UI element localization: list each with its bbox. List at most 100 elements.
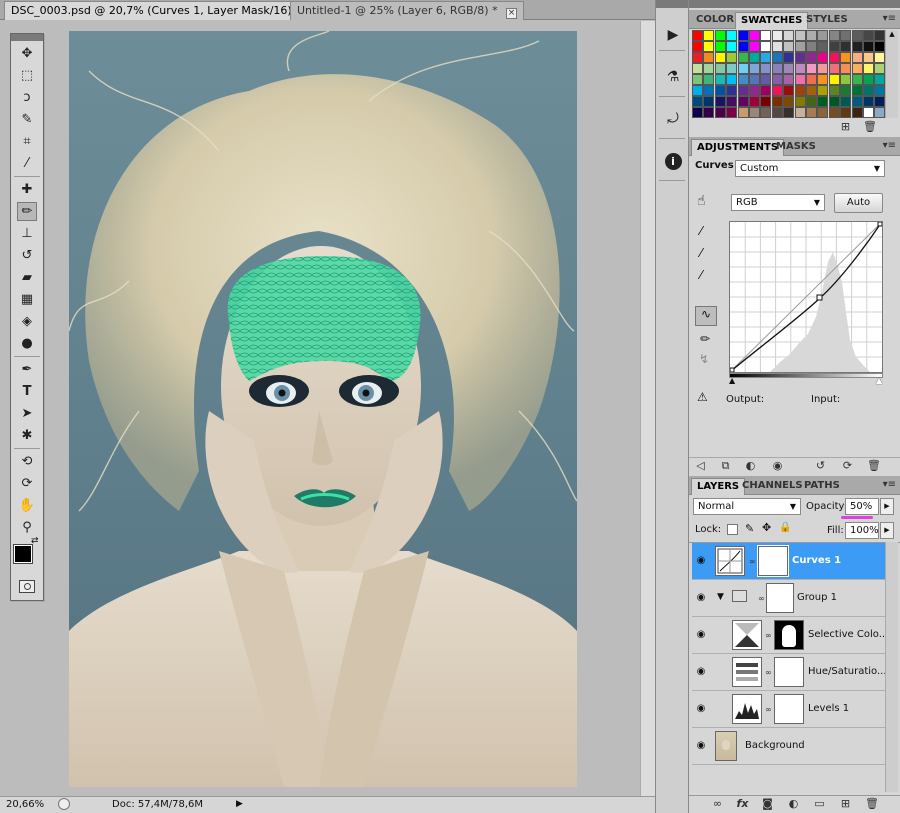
delete-swatch-icon[interactable]: 🗑 [863,120,877,133]
panel-menu-icon[interactable]: ▾≡ [883,13,896,24]
color-swatch[interactable] [863,96,874,107]
new-layer-icon[interactable]: ⊞ [839,797,852,810]
color-swatch[interactable] [817,30,829,41]
lock-pixels-icon[interactable]: ✎ [745,522,754,535]
color-swatch[interactable] [874,85,886,96]
color-swatch[interactable] [783,96,795,107]
back-arrow-icon[interactable]: ◁ [694,459,707,472]
status-menu-arrow-icon[interactable]: ▶ [236,799,243,809]
color-swatch[interactable] [737,96,749,107]
close-icon[interactable]: × [506,8,518,19]
black-point-eyedropper-icon[interactable]: ⁄ [700,224,702,238]
color-swatch[interactable] [737,63,749,74]
gradient-tool-icon[interactable]: ▦ [17,290,37,309]
quick-selection-tool-icon[interactable]: ✎ [17,110,37,129]
expand-view-icon[interactable]: ⧉ [719,459,732,472]
panel-menu-icon[interactable]: ▾≡ [883,479,896,490]
marquee-tool-icon[interactable]: ⬚ [17,66,37,85]
color-swatch[interactable] [714,96,726,107]
clone-stamp-tool-icon[interactable]: ⊥ [17,224,37,243]
link-chain-icon[interactable]: ∞ [765,705,772,714]
visibility-eye-icon[interactable]: ◉ [694,555,708,567]
color-swatch[interactable] [760,74,772,85]
color-swatch[interactable] [771,41,783,52]
color-swatch[interactable] [828,41,840,52]
opacity-slider-arrow-icon[interactable]: ▶ [880,498,894,515]
group-expand-triangle-icon[interactable]: ▼ [717,592,724,602]
color-swatch[interactable] [794,85,806,96]
brush-tool-icon[interactable]: ✏ [17,202,37,221]
color-swatch[interactable] [714,30,726,41]
color-swatch[interactable] [692,41,703,52]
color-swatch[interactable] [851,30,863,41]
layer-mask-thumbnail[interactable] [757,545,789,577]
link-layers-icon[interactable]: ∞ [711,797,724,810]
color-swatch[interactable] [714,41,726,52]
color-swatch[interactable] [828,52,840,63]
zoom-level[interactable]: 20,66% [6,799,44,810]
lasso-tool-icon[interactable]: ↄ [17,88,37,107]
color-swatch[interactable] [749,52,760,63]
tab-masks[interactable]: MASKS [771,139,821,156]
lock-position-icon[interactable]: ✥ [762,521,771,534]
color-swatch[interactable] [817,63,829,74]
previous-state-icon[interactable]: ↺ [814,459,827,472]
color-swatch[interactable] [703,41,715,52]
color-swatch[interactable] [714,85,726,96]
color-swatch[interactable] [863,41,874,52]
color-swatch[interactable] [863,63,874,74]
quick-mask-icon[interactable] [19,580,35,593]
color-swatch[interactable] [794,96,806,107]
color-swatch[interactable] [794,30,806,41]
link-chain-icon[interactable]: ∞ [765,668,772,677]
color-swatch[interactable] [749,107,760,118]
color-swatch[interactable] [714,107,726,118]
color-swatch[interactable] [714,74,726,85]
color-swatch[interactable] [840,96,852,107]
color-swatch[interactable] [726,41,738,52]
clip-layer-icon[interactable]: ◐ [744,459,757,472]
color-swatch[interactable] [806,30,817,41]
curve-pencil-icon[interactable]: ✏ [700,332,710,346]
color-swatch[interactable] [851,96,863,107]
color-swatch[interactable] [692,107,703,118]
color-swatch[interactable] [840,63,852,74]
link-chain-icon[interactable]: ∞ [765,631,772,640]
color-swatch[interactable] [851,107,863,118]
gray-point-eyedropper-icon[interactable]: ⁄ [700,246,702,260]
color-swatch[interactable] [863,52,874,63]
color-swatch[interactable] [703,52,715,63]
color-swatch[interactable] [828,107,840,118]
color-swatch[interactable] [828,30,840,41]
color-swatch[interactable] [703,107,715,118]
selective-color-mask-thumbnail[interactable] [774,620,804,650]
color-swatch[interactable] [840,30,852,41]
color-swatch[interactable] [851,85,863,96]
opacity-input[interactable]: 50% [845,498,879,515]
levels-mask-thumbnail[interactable] [774,694,804,724]
color-swatch[interactable] [828,63,840,74]
layer-row-selective-color[interactable]: ◉ ∞ Selective Colo... [692,617,888,654]
target-adjustment-icon[interactable]: ☝ [697,193,706,209]
color-swatch[interactable] [771,107,783,118]
color-swatch[interactable] [794,107,806,118]
color-swatch[interactable] [817,96,829,107]
new-group-icon[interactable]: ▭ [813,797,826,810]
color-swatch[interactable] [749,85,760,96]
color-swatch[interactable] [737,74,749,85]
panels-header[interactable] [689,0,900,8]
color-swatch[interactable] [760,85,772,96]
color-swatch[interactable] [806,107,817,118]
layer-row-background[interactable]: ◉ Background [692,728,885,765]
color-swatch[interactable] [703,74,715,85]
color-swatch[interactable] [840,85,852,96]
color-swatch[interactable] [874,63,886,74]
color-swatch[interactable] [806,63,817,74]
color-swatch[interactable] [692,30,703,41]
zoom-tool-icon[interactable]: ⚲ [17,518,37,537]
color-swatch[interactable] [863,30,874,41]
color-swatch[interactable] [783,107,795,118]
color-swatch[interactable] [749,74,760,85]
color-swatch[interactable] [817,52,829,63]
curves-graph[interactable] [729,221,883,373]
